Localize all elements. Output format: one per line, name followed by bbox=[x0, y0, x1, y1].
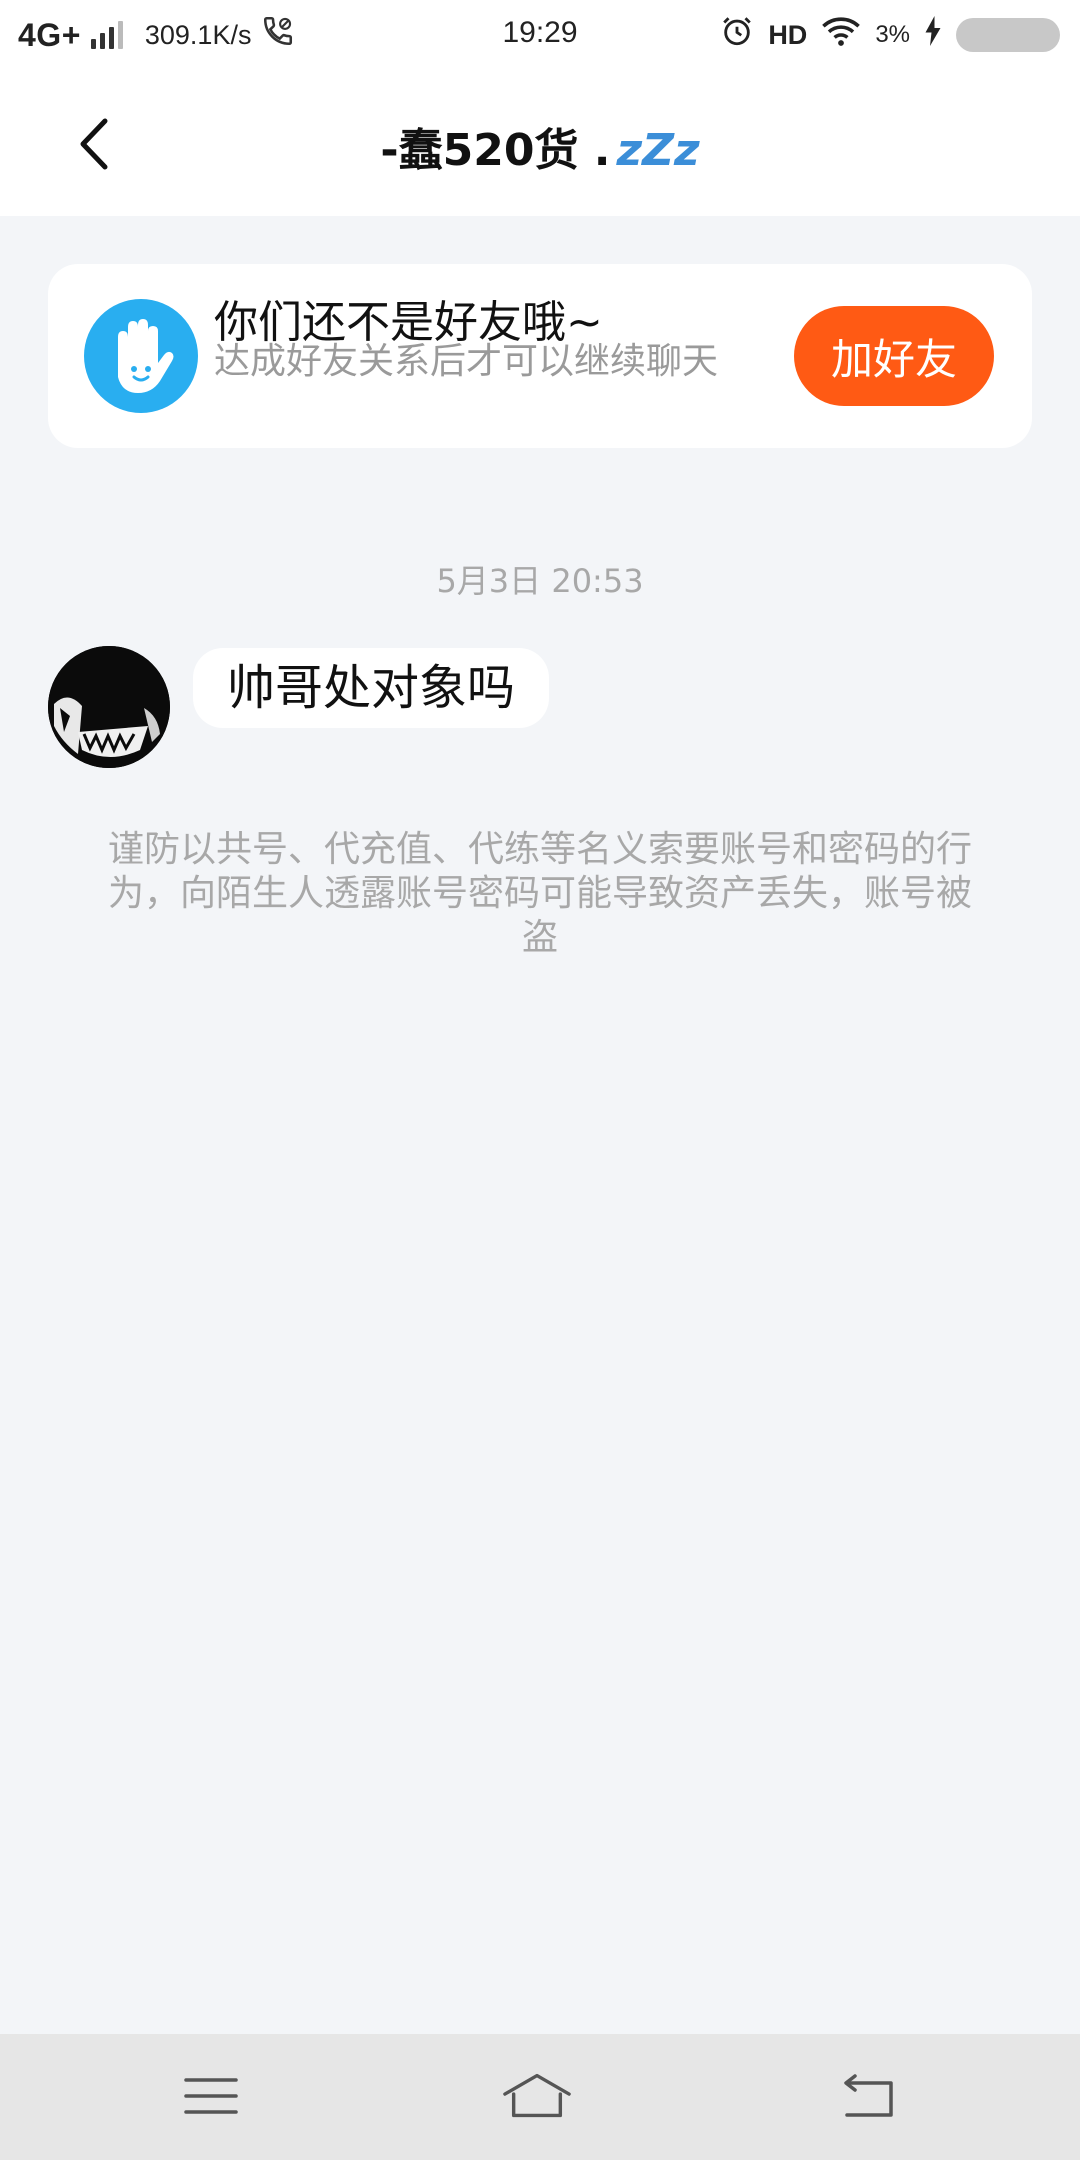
status-bar: 4G+ 309.1K/s 19:29 HD 3% bbox=[0, 0, 1080, 72]
navigation-bar bbox=[0, 2034, 1080, 2160]
sender-avatar[interactable] bbox=[48, 646, 170, 768]
back-nav-button[interactable] bbox=[834, 2064, 904, 2128]
charging-icon bbox=[924, 16, 942, 54]
status-right: HD 3% bbox=[720, 14, 1060, 56]
message-bubble[interactable]: 帅哥处对象吗 bbox=[193, 648, 550, 728]
alarm-icon bbox=[720, 14, 754, 56]
add-friend-button[interactable]: 加好友 bbox=[794, 306, 994, 406]
message-timestamp: 5月3日 20:53 bbox=[436, 562, 644, 600]
chat-screen: 4G+ 309.1K/s 19:29 HD 3% -蠢520货 . zZz 你们… bbox=[0, 0, 1080, 2160]
friend-prompt-card: 你们还不是好友哦~ 达成好友关系后才可以继续聊天 加好友 bbox=[48, 264, 1032, 448]
battery-icon bbox=[956, 18, 1060, 52]
battery-percent: 3% bbox=[875, 21, 910, 48]
title-bar: -蠢520货 . zZz bbox=[0, 72, 1080, 216]
home-icon bbox=[503, 2073, 571, 2118]
waving-hand-icon bbox=[84, 299, 198, 413]
sleep-status-icon: zZz bbox=[616, 125, 700, 176]
back-icon bbox=[844, 2074, 893, 2117]
home-button[interactable] bbox=[502, 2064, 572, 2128]
security-warning: 谨防以共号、代充值、代练等名义索要账号和密码的行为，向陌生人透露账号密码可能导致… bbox=[107, 829, 972, 958]
avatar-image bbox=[48, 646, 170, 768]
chat-title: -蠢520货 . zZz bbox=[0, 114, 1080, 178]
menu-icon bbox=[184, 2078, 238, 2114]
wifi-icon bbox=[821, 15, 861, 55]
contact-name: -蠢520货 . bbox=[380, 125, 611, 176]
menu-button[interactable] bbox=[176, 2064, 246, 2128]
friend-prompt-subtitle: 达成好友关系后才可以继续聊天 bbox=[214, 341, 719, 382]
hd-badge: HD bbox=[768, 19, 808, 50]
